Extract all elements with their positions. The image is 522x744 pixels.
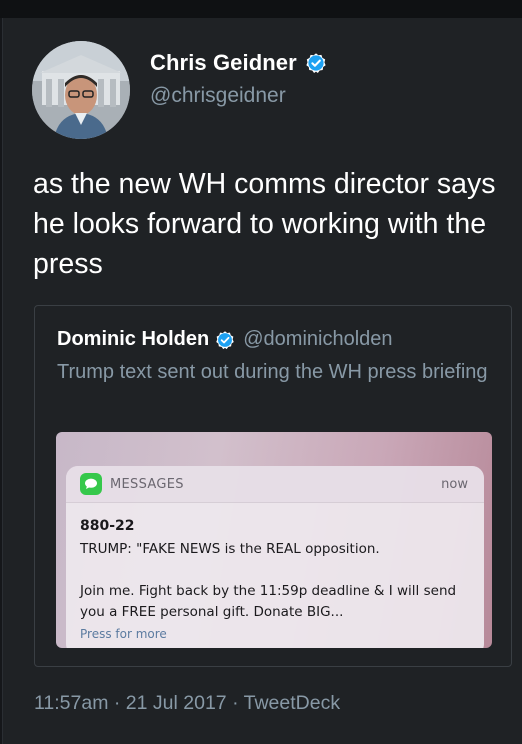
notification-time: now	[441, 477, 468, 492]
author-avatar[interactable]	[32, 41, 130, 139]
tweet-time[interactable]: 11:57am	[34, 692, 108, 714]
verified-badge-icon	[305, 52, 327, 74]
meta-separator: ·	[232, 692, 239, 714]
author-handle[interactable]: @chrisgeidner	[150, 84, 286, 108]
tweet-date[interactable]: 21 Jul 2017	[126, 692, 227, 714]
speech-bubble-icon	[80, 473, 102, 495]
tweet-text: as the new WH comms director says he loo…	[33, 168, 496, 280]
quoted-author-handle[interactable]: @dominicholden	[243, 328, 392, 351]
quoted-tweet-image[interactable]: MESSAGES now 880-22 TRUMP: "FAKE NEWS is…	[56, 432, 492, 648]
author-name[interactable]: Chris Geidner	[150, 50, 297, 76]
column-top-strip	[0, 0, 522, 18]
quoted-tweet-header: Dominic Holden @dominicholden	[57, 328, 393, 351]
notification-header: MESSAGES now	[66, 466, 484, 503]
notification-body-line2: Join me. Fight back by the 11:59p deadli…	[80, 583, 457, 620]
notification-body-line1: TRUMP: "FAKE NEWS is the REAL opposition…	[80, 541, 380, 557]
quoted-author-name[interactable]: Dominic Holden	[57, 328, 209, 351]
author-name-row: Chris Geidner	[150, 50, 327, 76]
quoted-tweet-text: Trump text sent out during the WH press …	[57, 361, 488, 383]
tweet-meta: 11:57am · 21 Jul 2017 · TweetDeck	[34, 692, 340, 715]
message-notification: MESSAGES now 880-22 TRUMP: "FAKE NEWS is…	[66, 466, 484, 648]
notification-sender: 880-22	[80, 518, 135, 534]
quoted-tweet[interactable]: Dominic Holden @dominicholden Trump text…	[34, 305, 512, 667]
verified-badge-icon	[215, 330, 235, 350]
notification-press-more: Press for more	[80, 627, 167, 641]
notification-app-name: MESSAGES	[110, 476, 184, 492]
tweet-client[interactable]: TweetDeck	[244, 692, 340, 714]
meta-separator: ·	[113, 692, 121, 714]
